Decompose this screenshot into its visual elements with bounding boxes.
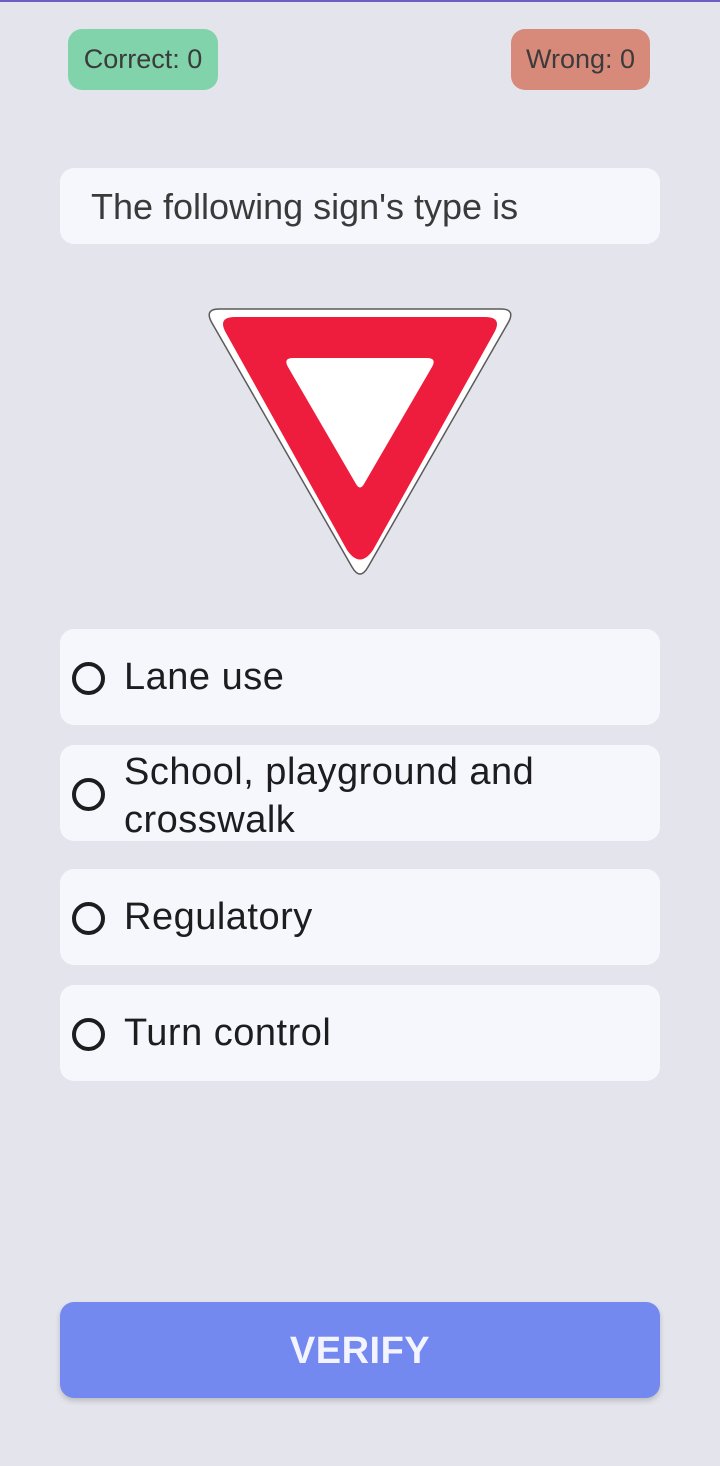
question-text: The following sign's type is — [60, 168, 660, 244]
option-label: Regulatory — [124, 896, 313, 938]
option-turn-control[interactable]: Turn control — [60, 985, 660, 1081]
wrong-count-badge: Wrong: 0 — [511, 29, 650, 90]
option-regulatory[interactable]: Regulatory — [60, 869, 660, 965]
radio-unchecked-icon[interactable] — [72, 661, 105, 695]
option-label: Turn control — [124, 1012, 332, 1054]
option-label: Lane use — [124, 656, 285, 698]
yield-sign-icon — [205, 306, 515, 578]
radio-unchecked-icon[interactable] — [72, 1017, 105, 1051]
radio-unchecked-icon[interactable] — [72, 777, 105, 811]
radio-unchecked-icon[interactable] — [72, 901, 105, 935]
verify-button[interactable]: VERIFY — [60, 1302, 660, 1398]
top-divider — [0, 0, 720, 2]
option-label: School, playground and crosswalk — [124, 751, 535, 841]
correct-count-badge: Correct: 0 — [68, 29, 218, 90]
option-lane-use[interactable]: Lane use — [60, 629, 660, 725]
option-school-playground-crosswalk[interactable]: School, playground and crosswalk — [60, 745, 660, 841]
